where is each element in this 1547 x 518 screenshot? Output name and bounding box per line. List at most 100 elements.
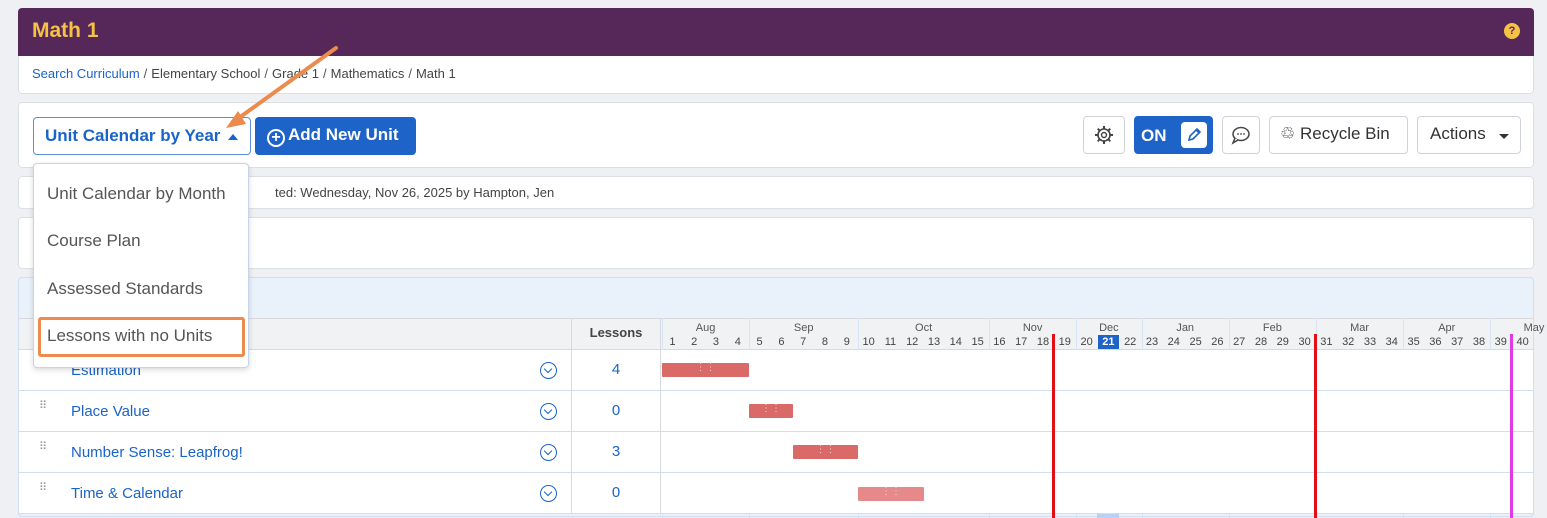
week-number: 25 <box>1189 336 1202 348</box>
week-number: 40 <box>1516 336 1529 348</box>
highlight-box <box>38 317 245 357</box>
lesson-count[interactable]: 4 <box>571 350 661 391</box>
week-number: 23 <box>1145 336 1159 348</box>
week-number: 3 <box>712 336 720 348</box>
unit-name-link[interactable]: Time & Calendar <box>71 485 183 502</box>
marker-line <box>1510 334 1513 518</box>
week-number: 27 <box>1233 336 1246 348</box>
breadcrumb-item: Elementary School <box>151 66 261 81</box>
week-number: 10 <box>862 336 875 348</box>
week-number: 22 <box>1124 336 1137 348</box>
week-number: 38 <box>1472 336 1486 348</box>
month-label: Jan <box>1176 322 1195 334</box>
week-number: 31 <box>1320 336 1333 348</box>
week-number: 36 <box>1429 336 1442 348</box>
view-select-menu: Unit Calendar by Month Course Plan Asses… <box>33 163 249 368</box>
unit-name-link[interactable]: Number Sense: Leapfrog! <box>71 444 243 461</box>
course-header: Math 1 ? <box>18 8 1534 56</box>
breadcrumb-separator: / <box>323 66 327 81</box>
menu-item-assessed-standards[interactable]: Assessed Standards <box>47 279 203 299</box>
week-number: 8 <box>821 336 829 348</box>
add-new-unit-label: Add New Unit <box>288 125 399 144</box>
gear-icon <box>1095 126 1113 144</box>
pencil-icon <box>1181 122 1207 148</box>
month-label: Mar <box>1350 322 1370 334</box>
drag-handle-icon[interactable]: ⠿ <box>39 483 51 500</box>
chat-bubble-icon <box>1231 126 1250 145</box>
recycle-bin-button[interactable]: ♲ Recycle Bin <box>1269 116 1408 154</box>
lesson-count[interactable]: 0 <box>571 473 661 514</box>
chevron-down-icon[interactable] <box>540 403 557 420</box>
marker-line <box>1052 334 1055 518</box>
chevron-down-icon[interactable] <box>540 362 557 379</box>
chevron-down-icon[interactable] <box>540 485 557 502</box>
unit-row[interactable]: ⠿ Time & Calendar 0 <box>19 473 1533 514</box>
week-number: 30 <box>1298 336 1311 348</box>
settings-button[interactable] <box>1083 116 1125 154</box>
week-number: 26 <box>1211 336 1224 348</box>
comments-button[interactable] <box>1222 116 1260 154</box>
menu-item-unit-calendar-by-month[interactable]: Unit Calendar by Month <box>47 184 226 204</box>
week-number: 33 <box>1363 336 1377 348</box>
breadcrumb-item: Math 1 <box>415 66 456 81</box>
lesson-count[interactable]: 0 <box>571 391 661 432</box>
unit-bar[interactable] <box>749 404 793 418</box>
chevron-down-icon[interactable] <box>540 444 557 461</box>
drag-handle-icon[interactable]: ⠿ <box>39 442 51 459</box>
week-number: 39 <box>1494 336 1507 348</box>
week-number: 18 <box>1036 336 1050 348</box>
week-number: 4 <box>734 336 741 348</box>
edit-mode-state: ON <box>1141 126 1167 145</box>
view-select-dropdown[interactable]: Unit Calendar by Year <box>33 117 251 155</box>
month-label: May <box>1523 322 1545 334</box>
unit-bar[interactable] <box>662 363 749 377</box>
month-label: Feb <box>1262 322 1282 334</box>
month-label: Oct <box>915 322 933 334</box>
week-number: 14 <box>949 336 962 348</box>
edit-mode-toggle[interactable]: ON <box>1134 116 1213 154</box>
toolbar: Unit Calendar by Year + Add New Unit ON ♲… <box>18 102 1534 168</box>
unit-name-link[interactable]: Place Value <box>71 403 150 420</box>
week-number: 34 <box>1385 336 1398 348</box>
week-number: 24 <box>1167 336 1180 348</box>
breadcrumb: Search Curriculum / Elementary School / Grad… <box>18 56 1534 94</box>
week-number: 16 <box>993 336 1006 348</box>
breadcrumb-item: Mathematics <box>330 66 405 81</box>
lessons-column-header: Lessons <box>571 318 661 350</box>
week-number: 37 <box>1451 336 1464 348</box>
month-label: Sep <box>793 322 814 334</box>
unit-row[interactable]: ⠿ Number Sense: Leapfrog! 3 <box>19 432 1533 473</box>
menu-item-course-plan[interactable]: Course Plan <box>47 231 141 251</box>
lesson-count[interactable]: 3 <box>571 432 661 473</box>
month-label: Apr <box>1438 322 1456 334</box>
week-number: 5 <box>756 336 763 348</box>
unit-bar[interactable] <box>793 445 858 459</box>
actions-label: Actions <box>1430 124 1486 143</box>
week-number: 20 <box>1080 336 1093 348</box>
add-new-unit-button[interactable]: + Add New Unit <box>255 117 416 155</box>
breadcrumb-separator: / <box>264 66 269 81</box>
unit-bar[interactable] <box>858 487 924 501</box>
week-number: 28 <box>1254 336 1268 348</box>
week-number: 1 <box>669 336 676 348</box>
week-number: 29 <box>1276 336 1289 348</box>
caret-up-icon <box>228 134 238 140</box>
help-icon[interactable]: ? <box>1504 23 1520 39</box>
week-number: 9 <box>843 336 850 348</box>
week-number: 13 <box>927 336 941 348</box>
drag-handle-icon[interactable]: ⠿ <box>39 401 51 418</box>
breadcrumb-search-curriculum[interactable]: Search Curriculum <box>32 66 140 81</box>
week-number: 7 <box>800 336 807 348</box>
month-label: Aug <box>695 322 716 334</box>
marker-line <box>1314 334 1317 518</box>
week-number: 19 <box>1058 336 1071 348</box>
plus-circle-icon: + <box>267 129 285 147</box>
week-number: 6 <box>778 336 785 348</box>
caret-down-icon <box>1499 134 1509 139</box>
view-select-label: Unit Calendar by Year <box>45 126 221 145</box>
week-number: 21 <box>1098 335 1119 349</box>
week-number: 2 <box>691 336 698 348</box>
actions-dropdown[interactable]: Actions <box>1417 116 1521 154</box>
week-number: 15 <box>971 336 984 348</box>
week-number: 12 <box>906 336 919 348</box>
